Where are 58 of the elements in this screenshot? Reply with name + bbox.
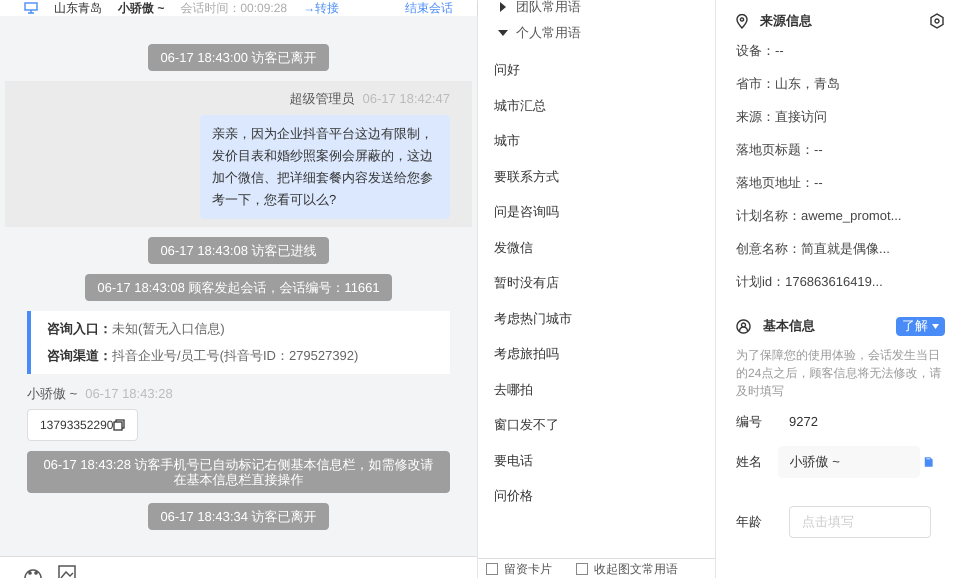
checkbox-label: 留资卡片	[504, 560, 552, 578]
message-bubble: 13793352290	[27, 409, 138, 441]
visitor-name: 小骄傲 ~	[118, 2, 164, 14]
system-message: 06-17 18:43:28 访客手机号已自动标记右侧基本信息栏，如需修改请在基本信息栏直接操作	[27, 451, 450, 493]
section-title: 基本信息	[763, 317, 815, 336]
phrase-item[interactable]: 发微信	[494, 230, 715, 265]
phrase-item[interactable]: 城市汇总	[494, 88, 715, 123]
system-message: 06-17 18:43:34 访客已离开	[148, 503, 329, 530]
source-field: 省市：山东，青岛	[736, 67, 933, 100]
caret-down-icon	[932, 324, 939, 328]
phrase-item[interactable]: 暂时没有店	[494, 265, 715, 300]
phrase-item[interactable]: 要联系方式	[494, 158, 715, 194]
sender-name: 小骄傲 ~	[27, 384, 78, 402]
source-field: 来源：直接访问	[736, 100, 933, 133]
phrase-item[interactable]: 问价格	[494, 478, 715, 514]
checkbox-label: 收起图文常用语	[594, 560, 678, 578]
field-value: 9272	[789, 413, 818, 431]
notice-text: 为了保障您的使用体验，会话发生当日的24点之后，顾客信息将无法修改，请及时填写	[736, 347, 942, 400]
phrase-item[interactable]: 窗口发不了	[494, 407, 715, 442]
source-field: 计划名称：aweme_promot...	[736, 199, 933, 232]
info-value: 未知(暂无入口信息)	[112, 320, 225, 338]
source-field: 创意名称：简直就是偶像...	[736, 232, 933, 265]
sender-name: 超级管理员	[290, 90, 355, 108]
user-icon	[736, 318, 751, 334]
checkbox[interactable]	[486, 562, 498, 574]
monitor-icon	[24, 2, 38, 14]
session-duration: 会话时间：00:09:28	[180, 2, 288, 14]
source-field: 落地页地址：--	[736, 166, 933, 199]
info-label: 咨询入口：	[47, 320, 112, 338]
checkbox[interactable]	[576, 562, 588, 574]
caret-down-icon	[498, 28, 508, 38]
phrase-item[interactable]: 问是咨询吗	[494, 194, 715, 230]
field-label: 年龄	[736, 512, 763, 531]
settings-icon[interactable]	[929, 13, 945, 29]
field-label: 编号	[736, 413, 763, 431]
copy-icon[interactable]	[113, 419, 126, 431]
caret-right-icon	[498, 2, 508, 12]
section-title: 来源信息	[760, 12, 812, 30]
phrase-item[interactable]: 要电话	[494, 442, 715, 478]
source-field: 落地页标题：--	[736, 133, 933, 166]
info-value: 抖音企业号/员工号(抖音号ID：279527392)	[112, 347, 358, 365]
phrase-item[interactable]: 考虑热门城市	[494, 300, 715, 336]
message-time: 06-17 18:43:28	[85, 384, 173, 402]
message-bubble: 亲亲，因为企业抖音平台这边有限制，发价目表和婚纱照案例会屏蔽的，这边加个微信、把详细套餐内容发送给您参考一下，您看可以么?	[200, 114, 450, 218]
name-field[interactable]: 小骄傲 ~	[778, 446, 920, 478]
location-pin-icon	[736, 14, 748, 28]
source-field: 计划id：176863616419...	[736, 265, 933, 298]
field-label: 姓名	[736, 452, 763, 471]
info-label: 咨询渠道：	[47, 347, 112, 365]
source-field: 设备：--	[736, 34, 933, 67]
phrase-item[interactable]: 考虑旅拍吗	[494, 336, 715, 372]
phrase-item[interactable]: 城市	[494, 123, 715, 158]
system-message: 06-17 18:43:08 顾客发起会话，会话编号：11661	[85, 274, 392, 300]
system-message: 06-17 18:43:08 访客已进线	[148, 236, 329, 264]
phrase-item[interactable]: 去哪拍	[494, 372, 715, 407]
phrase-item[interactable]: 问好	[494, 52, 715, 88]
visitor-location: 山东青岛	[54, 2, 102, 14]
system-message: 06-17 18:43:00 访客已离开	[148, 44, 329, 71]
